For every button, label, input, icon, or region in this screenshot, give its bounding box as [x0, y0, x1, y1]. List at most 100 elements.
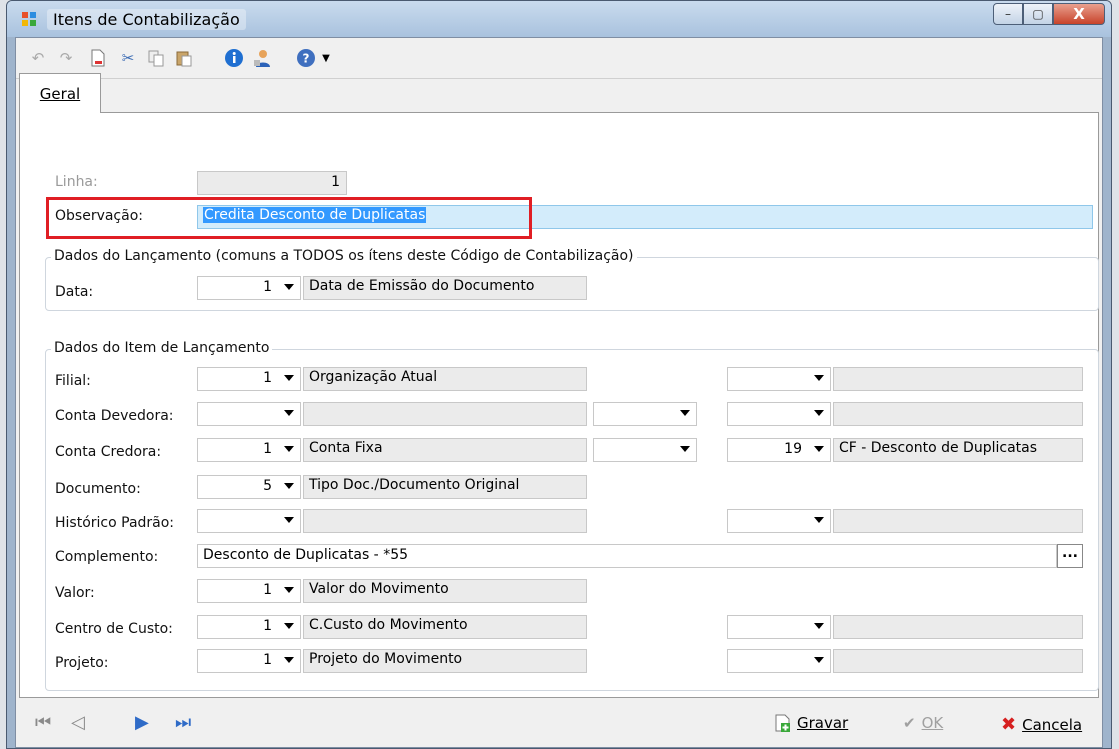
- documento-code-select[interactable]: 5: [197, 475, 301, 499]
- chevron-down-icon: [284, 657, 294, 663]
- conta-credora-code2-value: 19: [784, 441, 802, 457]
- dropdown-arrow-icon[interactable]: ▼: [316, 48, 336, 68]
- save-icon: [775, 714, 790, 732]
- centro-custo-code-select[interactable]: 1: [197, 615, 301, 639]
- window-title: Itens de Contabilização: [47, 9, 246, 30]
- complemento-lookup-button[interactable]: ...: [1057, 544, 1083, 568]
- group-dados-lancamento-title: Dados do Lançamento (comuns a TODOS os í…: [51, 248, 637, 264]
- conta-credora-description2: CF - Desconto de Duplicatas: [833, 438, 1083, 462]
- projeto-code-value: 1: [263, 652, 272, 668]
- app-window: Itens de Contabilização – ▢ X ↶ ↷ ✂ ? ▼ …: [6, 0, 1112, 749]
- documento-label: Documento:: [55, 481, 141, 497]
- filial-code-value: 1: [263, 370, 272, 386]
- filial-code2-select[interactable]: [727, 367, 831, 391]
- chevron-down-icon: [814, 375, 824, 381]
- valor-code-value: 1: [263, 582, 272, 598]
- projeto-code2-select[interactable]: [727, 649, 831, 673]
- new-document-icon[interactable]: [88, 48, 108, 68]
- conta-devedora-description: [303, 402, 587, 426]
- projeto-code-select[interactable]: 1: [197, 649, 301, 673]
- chevron-down-icon: [814, 517, 824, 523]
- undo-icon[interactable]: ↶: [28, 48, 48, 68]
- centro-custo-code-value: 1: [263, 618, 272, 634]
- centro-custo-code2-select[interactable]: [727, 615, 831, 639]
- gravar-label: Gravar: [797, 714, 849, 732]
- close-button[interactable]: X: [1053, 3, 1105, 25]
- filial-code-select[interactable]: 1: [197, 367, 301, 391]
- data-code-select[interactable]: 1: [197, 276, 301, 300]
- group-dados-item-title: Dados do Item de Lançamento: [51, 340, 273, 356]
- svg-text:?: ?: [303, 52, 310, 66]
- chevron-down-icon: [814, 446, 824, 452]
- centro-custo-label: Centro de Custo:: [55, 621, 173, 637]
- bottom-bar: ⏮ ◁ ▶ ⏭ Gravar ✔ OK ✖ Cancela: [7, 698, 1111, 748]
- projeto-label: Projeto:: [55, 655, 109, 671]
- cancela-label: Cancela: [1022, 715, 1083, 734]
- title-bar[interactable]: Itens de Contabilização – ▢ X: [7, 1, 1111, 37]
- cancela-button[interactable]: ✖ Cancela: [1001, 714, 1082, 735]
- data-code-value: 1: [263, 279, 272, 295]
- last-record-icon[interactable]: ⏭: [175, 712, 191, 733]
- maximize-button[interactable]: ▢: [1023, 3, 1053, 25]
- copy-icon[interactable]: [146, 48, 166, 68]
- paste-icon[interactable]: [174, 48, 194, 68]
- historico-description2: [833, 509, 1083, 533]
- gravar-button[interactable]: Gravar: [773, 714, 848, 732]
- conta-devedora-code-select[interactable]: [197, 402, 301, 426]
- complemento-input[interactable]: Desconto de Duplicatas - *55: [197, 544, 1057, 568]
- tab-label: Geral: [39, 84, 81, 103]
- info-icon[interactable]: [224, 48, 244, 68]
- close-icon: ✖: [1001, 714, 1017, 735]
- chevron-down-icon: [814, 657, 824, 663]
- valor-label: Valor:: [55, 585, 95, 601]
- conta-credora-code2-select[interactable]: 19: [727, 438, 831, 462]
- valor-code-select[interactable]: 1: [197, 579, 301, 603]
- centro-custo-description: C.Custo do Movimento: [303, 615, 587, 639]
- ok-button[interactable]: ✔ OK: [903, 714, 943, 732]
- first-record-icon[interactable]: ⏮: [35, 712, 51, 733]
- help-icon[interactable]: ?: [296, 48, 316, 68]
- filial-description2: [833, 367, 1083, 391]
- chevron-down-icon: [814, 623, 824, 629]
- tab-geral[interactable]: Geral: [19, 73, 101, 113]
- cut-icon[interactable]: ✂: [118, 48, 138, 68]
- data-description: Data de Emissão do Documento: [303, 276, 587, 300]
- user-icon[interactable]: [252, 48, 272, 68]
- documento-description: Tipo Doc./Documento Original: [303, 475, 587, 499]
- filial-description: Organização Atual: [303, 367, 587, 391]
- conta-devedora-label: Conta Devedora:: [55, 408, 174, 424]
- historico-code-select[interactable]: [197, 509, 301, 533]
- chevron-down-icon: [814, 410, 824, 416]
- conta-credora-label: Conta Credora:: [55, 444, 162, 460]
- data-label: Data:: [55, 284, 94, 300]
- next-record-icon[interactable]: ▶: [135, 712, 149, 733]
- filial-label: Filial:: [55, 373, 91, 389]
- toolbar: ↶ ↷ ✂ ? ▼: [16, 38, 1102, 79]
- chevron-down-icon: [284, 284, 294, 290]
- checkmark-icon: ✔: [903, 714, 916, 732]
- historico-code2-select[interactable]: [727, 509, 831, 533]
- chevron-down-icon: [284, 446, 294, 452]
- complemento-label: Complemento:: [55, 549, 159, 565]
- chevron-down-icon: [284, 410, 294, 416]
- chevron-down-icon: [284, 517, 294, 523]
- conta-credora-description: Conta Fixa: [303, 438, 587, 462]
- annotation-highlight-box: [46, 197, 532, 239]
- conta-devedora-mid-select[interactable]: [593, 402, 697, 426]
- app-icon: [22, 12, 36, 26]
- conta-credora-mid-select[interactable]: [593, 438, 697, 462]
- projeto-description: Projeto do Movimento: [303, 649, 587, 673]
- linha-field: 1: [197, 171, 347, 195]
- conta-credora-code-select[interactable]: 1: [197, 438, 301, 462]
- valor-description: Valor do Movimento: [303, 579, 587, 603]
- minimize-button[interactable]: –: [993, 3, 1023, 25]
- chevron-down-icon: [284, 587, 294, 593]
- redo-icon[interactable]: ↷: [56, 48, 76, 68]
- chevron-down-icon: [680, 446, 690, 452]
- chevron-down-icon: [284, 375, 294, 381]
- previous-record-icon[interactable]: ◁: [71, 712, 85, 733]
- chevron-down-icon: [284, 623, 294, 629]
- historico-description: [303, 509, 587, 533]
- conta-devedora-code2-select[interactable]: [727, 402, 831, 426]
- linha-label: Linha:: [55, 174, 98, 190]
